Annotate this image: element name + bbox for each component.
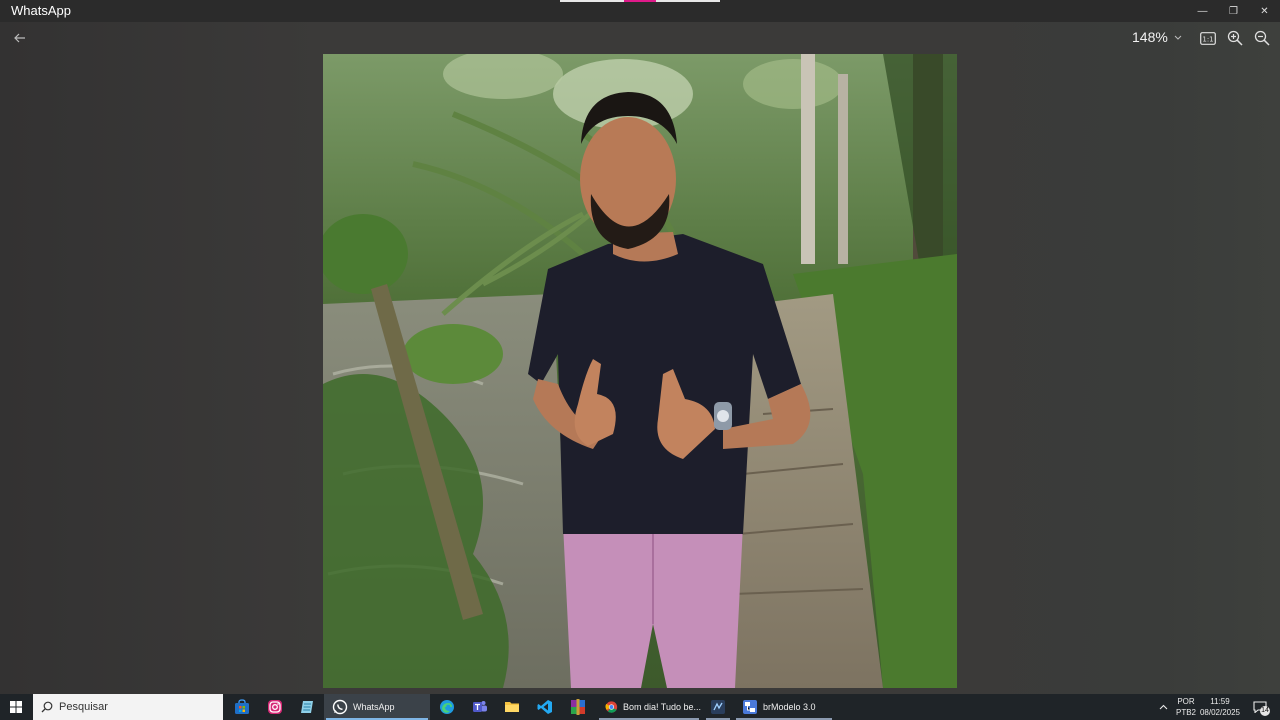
chrome-icon [605,701,618,713]
brmodelo-icon [743,700,757,714]
photo-image [323,54,957,688]
vscode-icon [537,700,552,714]
edge-icon [440,700,454,714]
tab-indicator-right [656,0,720,2]
search-placeholder: Pesquisar [59,701,108,713]
windows-logo-icon [10,701,22,713]
keyboard-layout: PTB2 [1175,708,1196,717]
title-bar: WhatsApp — ❐ ✕ [0,0,1280,22]
clock-date: 08/02/2025 [1199,708,1241,717]
taskbar-app-brmodelo[interactable]: brModelo 3.0 [734,694,834,720]
zoom-in-icon [1227,30,1243,46]
language-code: POR [1177,697,1195,706]
search-icon [41,701,53,713]
taskbar-app-chrome[interactable]: Bom dia! Tudo be... [597,694,701,720]
zoom-level[interactable]: 148% [1132,29,1168,45]
winrar-icon [571,699,585,715]
taskbar-whatsapp-label: WhatsApp [353,702,395,712]
terminal-app-icon [711,700,725,714]
taskbar-app-notepad[interactable] [294,694,322,720]
taskbar-brmodelo-label: brModelo 3.0 [763,702,816,712]
back-button[interactable] [10,30,30,46]
taskbar-app-file-explorer[interactable] [498,694,526,720]
window-controls: — ❐ ✕ [1187,0,1280,22]
notification-center-button[interactable]: 14 [1250,699,1270,716]
back-arrow-icon [14,33,25,43]
svg-text:1:1: 1:1 [1202,35,1213,43]
notepad-icon [301,701,313,713]
tray-overflow-button[interactable] [1156,700,1170,714]
minimize-button[interactable]: — [1187,0,1218,22]
media-viewer: 148% 1:1 [0,22,1280,694]
instagram-icon [268,700,282,714]
app-title: WhatsApp [11,3,71,18]
restore-button[interactable]: ❐ [1218,0,1249,22]
taskbar-search[interactable]: Pesquisar [33,694,223,720]
store-icon [235,699,249,714]
tab-indicator-left [560,0,624,2]
zoom-out-icon [1254,30,1270,46]
taskbar-app-store[interactable] [228,694,256,720]
start-button[interactable] [0,694,32,720]
notification-count-badge: 14 [1260,706,1270,716]
whatsapp-icon [332,699,348,715]
actual-size-button[interactable]: 1:1 [1199,29,1217,47]
taskbar-app-instagram[interactable] [261,694,289,720]
taskbar-app-vscode[interactable] [531,694,559,720]
input-language-indicator[interactable]: POR PTB2 [1175,696,1197,718]
chevron-up-icon [1159,704,1167,710]
close-button[interactable]: ✕ [1249,0,1280,22]
taskbar-chrome-label: Bom dia! Tudo be... [622,702,701,712]
taskbar-app-teams[interactable] [466,694,494,720]
clock-time: 11:59 [1210,697,1230,706]
taskbar-app-winrar[interactable] [564,694,592,720]
actual-size-icon: 1:1 [1200,31,1216,45]
chat-photo[interactable] [323,54,957,688]
taskbar: Pesquisar WhatsApp Bom dia! Tudo be... b… [0,694,1280,720]
taskbar-app-edge[interactable] [433,694,461,720]
tab-indicator-active [624,0,656,2]
teams-icon [473,701,487,712]
chevron-down-icon [1174,35,1182,40]
system-clock[interactable]: 11:59 08/02/2025 [1198,696,1242,718]
taskbar-app-whatsapp[interactable]: WhatsApp [324,694,430,720]
zoom-in-button[interactable] [1226,29,1244,47]
file-explorer-icon [505,702,519,712]
taskbar-app-terminal[interactable] [704,694,732,720]
zoom-dropdown[interactable] [1171,31,1185,43]
zoom-out-button[interactable] [1253,29,1271,47]
